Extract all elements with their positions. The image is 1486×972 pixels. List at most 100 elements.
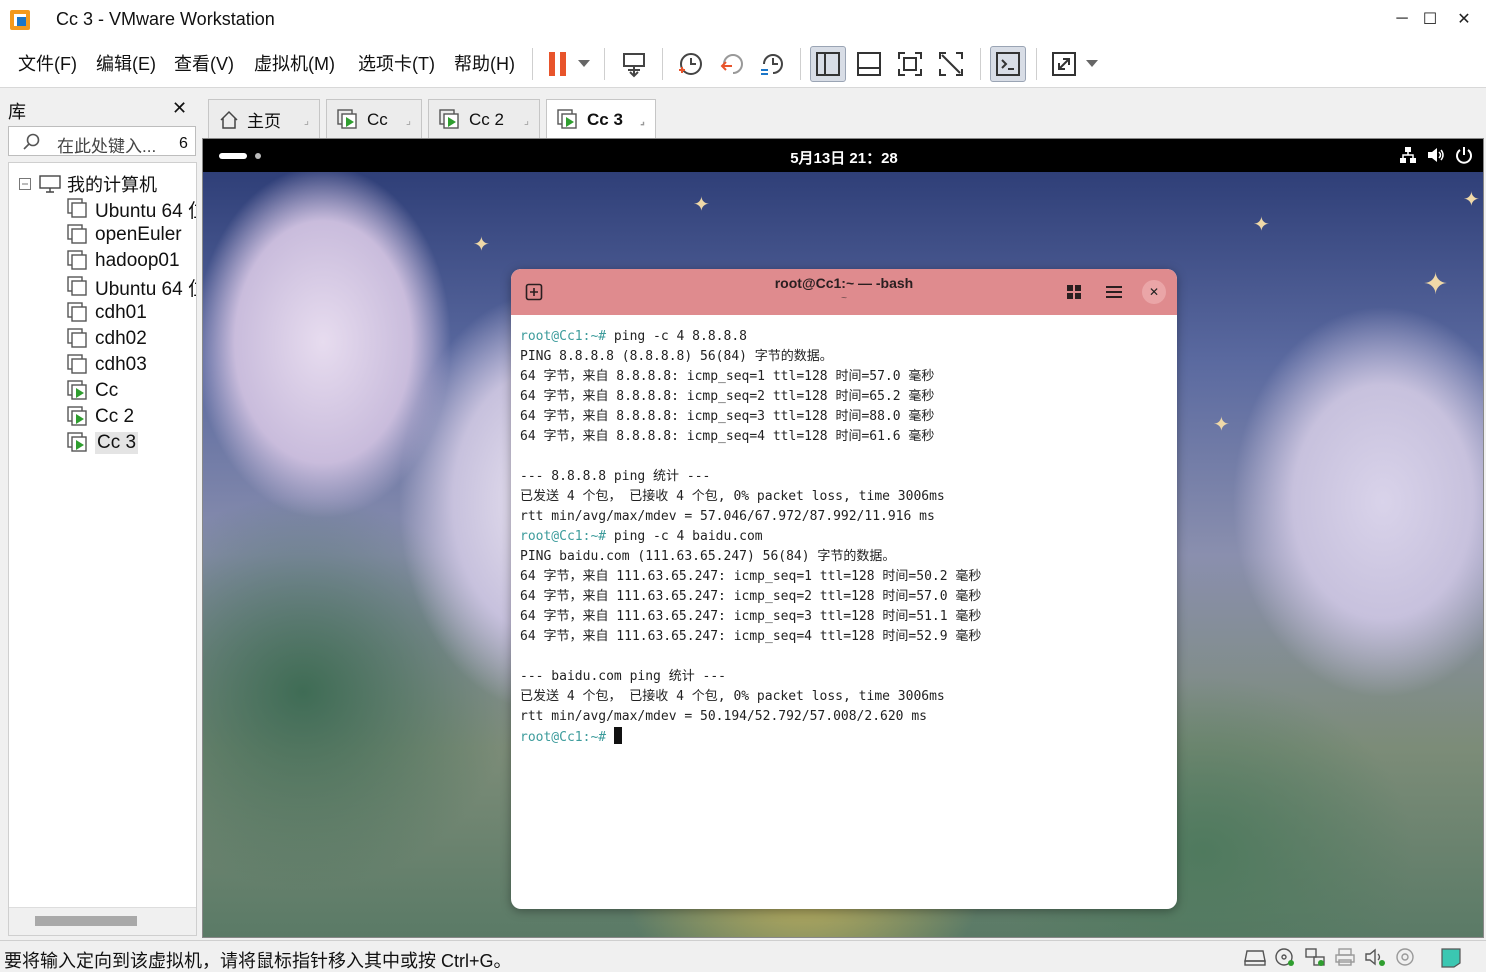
library-panel: 库 ✕ 在此处键入... 6 我的计算机 Ubuntu 64 位 openEule… [0,90,202,940]
terminal-line: 64 字节，来自 8.8.8.8: icmp_seq=2 ttl=128 时间=… [520,387,1170,407]
console-view-icon[interactable] [990,46,1026,82]
terminal-header-bar[interactable]: root@Cc1:~ — -bash ~ ✕ [511,269,1177,315]
device-status-icons [1244,947,1462,969]
thumbnail-bar-icon[interactable] [851,46,887,82]
status-spacer [1424,947,1432,969]
tab-cc-2[interactable]: Cc 2 ⌟ [428,99,540,139]
tab-cc[interactable]: Cc ⌟ [326,99,422,139]
tree-item-vm[interactable]: cdh01 [67,301,147,325]
guest-system-tray[interactable] [1399,146,1473,164]
toolbar-separator [980,48,981,80]
tree-item-label: cdh01 [95,302,147,323]
tab-home[interactable]: 主页 ⌟ [208,99,320,139]
terminal-line: root@Cc1:~# ping -c 4 baidu.com [520,527,1170,547]
tree-item-vm[interactable]: cdh03 [67,353,147,377]
vm-icon [67,302,87,322]
vm-icon [67,328,87,348]
tab-bar: 主页 ⌟ Cc ⌟ Cc 2 ⌟ Cc 3 ⌟ [202,90,1486,139]
menu-tabs[interactable]: 选项卡(T) [358,50,435,76]
menu-help[interactable]: 帮助(H) [454,50,515,76]
stretch-dropdown-icon[interactable] [1080,46,1104,82]
terminal-window[interactable]: root@Cc1:~ — -bash ~ ✕ root@Cc1:~# ping … [511,269,1177,909]
tree-item-vm[interactable]: Ubuntu 64 位 [67,197,196,222]
vm-running-icon [439,108,459,129]
status-bar: 要将输入定向到该虚拟机，请将鼠标指针移入其中或按 Ctrl+G。 [0,940,1486,972]
terminal-text: 64 字节，来自 8.8.8.8: icmp_seq=4 ttl=128 时间=… [520,429,935,444]
library-close-button[interactable]: ✕ [172,98,187,119]
tree-item-vm[interactable]: Cc 3 [67,431,139,455]
unity-icon[interactable] [933,46,969,82]
maximize-button[interactable]: ☐ [1414,4,1446,34]
search-icon [23,133,40,150]
tree-item-vm[interactable]: Cc [67,379,118,403]
terminal-text: 64 字节，来自 111.63.65.247: icmp_seq=3 ttl=1… [520,609,982,624]
terminal-line: PING 8.8.8.8 (8.8.8.8) 56(84) 字节的数据。 [520,347,1170,367]
tree-item-vm[interactable]: cdh02 [67,327,147,351]
tree-item-label: Cc 2 [95,406,135,427]
toolbar-separator [662,48,663,80]
show-library-icon[interactable] [810,46,846,82]
menu-vm[interactable]: 虚拟机(M) [254,50,335,76]
terminal-text: PING baidu.com (111.63.65.247) 56(84) 字节… [520,549,896,564]
tab-pin-icon[interactable]: ⌟ [304,114,309,127]
hdd-icon[interactable] [1244,947,1266,967]
menu-view[interactable]: 查看(V) [174,50,234,76]
snapshot-manager-icon[interactable] [754,46,790,82]
hamburger-menu-icon[interactable] [1104,282,1124,302]
terminal-line: 64 字节，来自 111.63.65.247: icmp_seq=2 ttl=1… [520,587,1170,607]
network-adapter-icon[interactable] [1304,947,1326,967]
tab-pin-icon[interactable]: ⌟ [406,114,411,127]
terminal-output[interactable]: root@Cc1:~# ping -c 4 8.8.8.8 PING 8.8.8.… [520,327,1170,747]
title-bar: Cc 3 - VMware Workstation ─ ☐ ✕ [0,0,1486,40]
tab-overview-icon[interactable] [1064,282,1084,302]
power-icon[interactable] [1455,146,1473,164]
tree-item-vm[interactable]: hadoop01 [67,249,180,273]
close-button[interactable]: ✕ [1448,4,1480,34]
printer-icon[interactable] [1334,947,1356,967]
tree-item-vm[interactable]: openEuler [67,223,182,247]
toolbar-separator [1036,48,1037,80]
pause-icon[interactable] [540,46,576,82]
terminal-text: 64 字节，来自 8.8.8.8: icmp_seq=2 ttl=128 时间=… [520,389,935,404]
vm-icon [67,198,87,218]
terminal-close-icon[interactable]: ✕ [1142,280,1166,304]
menu-edit[interactable]: 编辑(E) [96,50,156,76]
vm-console[interactable]: 5月13日 21：28 ✦ ✦ ✦ ✦ ✦ ✦ root@Cc1:~ — -ba… [202,138,1484,938]
volume-icon[interactable] [1427,146,1445,164]
tab-pin-icon[interactable]: ⌟ [524,114,529,127]
network-icon[interactable] [1399,146,1417,164]
tree-item-label: openEuler [95,224,182,245]
library-title: 库 [8,102,26,122]
tree-item-vm[interactable]: Ubuntu 64 位 [67,275,196,300]
cd-icon[interactable] [1274,947,1296,967]
tree-root-my-computer[interactable]: 我的计算机 [19,171,157,197]
send-ctrl-alt-del-icon[interactable] [616,46,652,82]
tab-pin-icon[interactable]: ⌟ [640,114,645,127]
terminal-line: 64 字节，来自 111.63.65.247: icmp_seq=3 ttl=1… [520,607,1170,627]
menu-file[interactable]: 文件(F) [18,50,77,76]
tree-item-label: hadoop01 [95,250,180,271]
terminal-line: root@Cc1:~# ping -c 4 8.8.8.8 [520,327,1170,347]
terminal-line: root@Cc1:~# [520,727,1170,747]
snapshot-revert-icon[interactable] [714,46,750,82]
tree-item-vm[interactable]: Cc 2 [67,405,134,429]
toolbar-separator [532,48,533,80]
wallpaper-star: ✦ [1463,189,1480,211]
scrollbar-thumb[interactable] [35,916,137,926]
library-horizontal-scrollbar[interactable] [9,907,196,935]
collapse-icon[interactable] [19,178,31,190]
snapshot-take-icon[interactable] [672,46,708,82]
tab-cc-3[interactable]: Cc 3 ⌟ [546,99,656,139]
fullscreen-icon[interactable] [892,46,928,82]
tree-item-label: cdh03 [95,354,147,375]
usb-icon[interactable] [1394,947,1416,967]
stretch-guest-icon[interactable] [1046,46,1082,82]
wallpaper-star: ✦ [1213,414,1230,436]
library-search-input[interactable]: 在此处键入... 6 [8,126,196,156]
pause-dropdown-icon[interactable] [572,46,596,82]
terminal-text: --- baidu.com ping 统计 --- [520,669,727,684]
sound-icon[interactable] [1364,947,1386,967]
guest-clock[interactable]: 5月13日 21：28 [203,147,1483,168]
message-icon[interactable] [1440,947,1462,969]
vm-running-icon [557,108,577,129]
